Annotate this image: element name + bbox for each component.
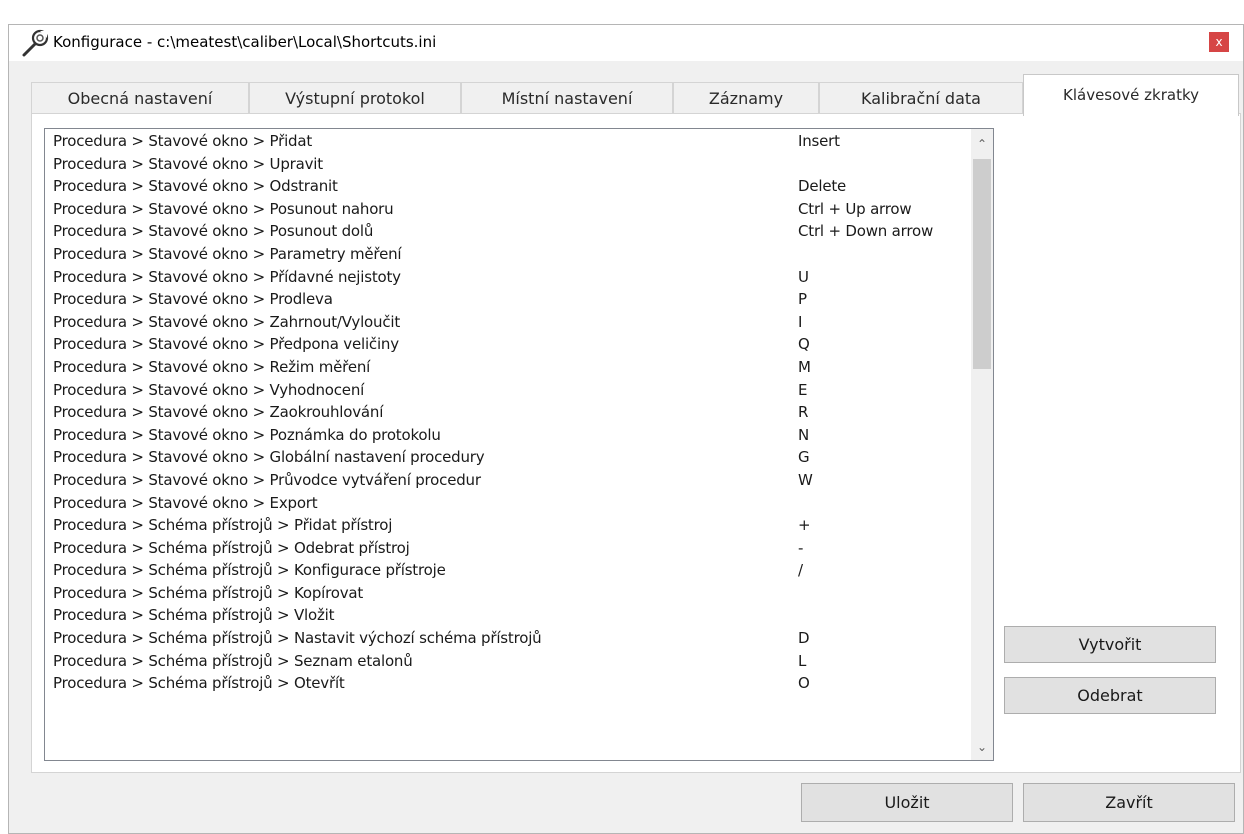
shortcuts-panel: Procedura > Stavové okno > Přidat Insert P…: [31, 113, 1241, 773]
shortcut-key: R: [798, 403, 809, 422]
list-item[interactable]: Procedura > Stavové okno > Posunout naho…: [53, 198, 967, 221]
shortcut-command: Procedura > Schéma přístrojů > Kopírovat: [53, 583, 364, 602]
shortcut-key: /: [798, 561, 803, 580]
shortcut-key: N: [798, 425, 810, 444]
shortcut-key: P: [798, 290, 807, 309]
shortcuts-list[interactable]: Procedura > Stavové okno > Přidat Insert P…: [44, 128, 994, 761]
shortcut-key: E: [798, 380, 808, 399]
list-item[interactable]: Procedura > Schéma přístrojů > Vložit: [53, 604, 967, 627]
tab-output-protocol[interactable]: Výstupní protokol: [249, 82, 461, 115]
list-item[interactable]: Procedura > Schéma přístrojů > Seznam et…: [53, 650, 967, 673]
shortcut-command: Procedura > Schéma přístrojů > Odebrat p…: [53, 538, 410, 557]
list-item[interactable]: Procedura > Stavové okno > Zaokrouhlován…: [53, 401, 967, 424]
shortcut-key: M: [798, 357, 811, 376]
tab-strip: Obecná nastavení Výstupní protokol Místn…: [31, 74, 1241, 116]
shortcut-command: Procedura > Stavové okno > Průvodce vytv…: [53, 470, 481, 489]
shortcut-key: Ctrl + Down arrow: [798, 222, 934, 241]
list-item[interactable]: Procedura > Stavové okno > Průvodce vytv…: [53, 469, 967, 492]
shortcut-command: Procedura > Schéma přístrojů > Seznam et…: [53, 651, 413, 670]
shortcut-command: Procedura > Stavové okno > Poznámka do p…: [53, 425, 441, 444]
close-window-button[interactable]: x: [1209, 32, 1229, 52]
shortcut-key: L: [798, 651, 807, 670]
shortcut-key: G: [798, 448, 810, 467]
list-item[interactable]: Procedura > Schéma přístrojů > Otevřít O: [53, 672, 967, 695]
shortcut-command: Procedura > Stavové okno > Přidat: [53, 132, 313, 150]
shortcut-key: Insert: [798, 132, 840, 150]
tab-local-settings[interactable]: Místní nastavení: [461, 82, 673, 115]
shortcut-command: Procedura > Schéma přístrojů > Konfigura…: [53, 561, 446, 580]
shortcut-command: Procedura > Stavové okno > Odstranit: [53, 177, 338, 196]
title-bar: Konfigurace - c:\meatest\caliber\Local\S…: [9, 25, 1243, 61]
scroll-up-icon[interactable]: ⌃: [971, 133, 993, 155]
list-scrollbar[interactable]: ⌃ ⌄: [971, 129, 993, 760]
list-item[interactable]: Procedura > Schéma přístrojů > Přidat př…: [53, 514, 967, 537]
list-item[interactable]: Procedura > Stavové okno > Předpona veli…: [53, 333, 967, 356]
list-item[interactable]: Procedura > Stavové okno > Parametry měř…: [53, 243, 967, 266]
shortcut-command: Procedura > Stavové okno > Prodleva: [53, 290, 333, 309]
tab-calibration-data[interactable]: Kalibrační data: [819, 82, 1023, 115]
shortcut-command: Procedura > Schéma přístrojů > Přidat př…: [53, 516, 393, 535]
tab-keyboard-shortcuts[interactable]: Klávesové zkratky: [1023, 74, 1239, 116]
list-item[interactable]: Procedura > Stavové okno > Globální nast…: [53, 446, 967, 469]
list-item[interactable]: Procedura > Stavové okno > Vyhodnocení E: [53, 379, 967, 402]
window-title: Konfigurace - c:\meatest\caliber\Local\S…: [53, 33, 437, 51]
list-item[interactable]: Procedura > Stavové okno > Export: [53, 492, 967, 515]
shortcut-key: D: [798, 629, 810, 648]
list-item[interactable]: Procedura > Schéma přístrojů > Kopírovat: [53, 582, 967, 605]
remove-button[interactable]: Odebrat: [1004, 677, 1216, 714]
close-button[interactable]: Zavřít: [1023, 783, 1235, 822]
list-item[interactable]: Procedura > Schéma přístrojů > Nastavit …: [53, 627, 967, 650]
config-dialog: Konfigurace - c:\meatest\caliber\Local\S…: [8, 24, 1244, 834]
shortcut-command: Procedura > Stavové okno > Export: [53, 493, 318, 512]
tab-general[interactable]: Obecná nastavení: [31, 82, 249, 115]
shortcuts-rows: Procedura > Stavové okno > Přidat Insert P…: [53, 130, 967, 695]
list-item[interactable]: Procedura > Stavové okno > Posunout dolů…: [53, 220, 967, 243]
list-item[interactable]: Procedura > Stavové okno > Odstranit Dele…: [53, 175, 967, 198]
list-item[interactable]: Procedura > Stavové okno > Zahrnout/Vylo…: [53, 311, 967, 334]
list-item[interactable]: Procedura > Stavové okno > Prodleva P: [53, 288, 967, 311]
shortcut-command: Procedura > Stavové okno > Globální nast…: [53, 448, 485, 467]
scroll-thumb[interactable]: [973, 159, 991, 369]
list-item[interactable]: Procedura > Schéma přístrojů > Konfigura…: [53, 559, 967, 582]
shortcut-key: Q: [798, 335, 810, 354]
shortcut-key: Ctrl + Up arrow: [798, 199, 912, 218]
list-item[interactable]: Procedura > Stavové okno > Upravit: [53, 153, 967, 176]
create-button[interactable]: Vytvořit: [1004, 626, 1216, 663]
shortcut-key: O: [798, 674, 810, 693]
shortcut-key: U: [798, 267, 809, 286]
shortcut-command: Procedura > Stavové okno > Posunout dolů: [53, 222, 374, 241]
list-item[interactable]: Procedura > Schéma přístrojů > Odebrat p…: [53, 537, 967, 560]
shortcut-command: Procedura > Stavové okno > Upravit: [53, 154, 323, 173]
shortcut-command: Procedura > Stavové okno > Posunout naho…: [53, 199, 394, 218]
shortcut-command: Procedura > Stavové okno > Přídavné neji…: [53, 267, 401, 286]
scroll-down-icon[interactable]: ⌄: [971, 736, 993, 758]
shortcut-command: Procedura > Stavové okno > Parametry měř…: [53, 244, 402, 263]
shortcut-command: Procedura > Stavové okno > Režim měření: [53, 357, 371, 376]
shortcut-key: -: [798, 538, 804, 557]
shortcut-key: W: [798, 470, 813, 489]
list-item[interactable]: Procedura > Stavové okno > Přidat Insert: [53, 130, 967, 153]
shortcut-command: Procedura > Schéma přístrojů > Nastavit …: [53, 629, 542, 648]
wrench-icon: [21, 28, 51, 58]
shortcut-command: Procedura > Stavové okno > Zahrnout/Vylo…: [53, 312, 401, 331]
list-item[interactable]: Procedura > Stavové okno > Přídavné neji…: [53, 266, 967, 289]
shortcut-command: Procedura > Schéma přístrojů > Otevřít: [53, 674, 345, 693]
shortcut-command: Procedura > Stavové okno > Zaokrouhlován…: [53, 403, 384, 422]
shortcut-key: I: [798, 312, 803, 331]
shortcut-command: Procedura > Stavové okno > Vyhodnocení: [53, 380, 365, 399]
shortcut-command: Procedura > Schéma přístrojů > Vložit: [53, 606, 335, 625]
list-item[interactable]: Procedura > Stavové okno > Režim měření M: [53, 356, 967, 379]
tab-records[interactable]: Záznamy: [673, 82, 819, 115]
list-item[interactable]: Procedura > Stavové okno > Poznámka do p…: [53, 424, 967, 447]
save-button[interactable]: Uložit: [801, 783, 1013, 822]
shortcut-key: +: [798, 516, 811, 535]
shortcut-command: Procedura > Stavové okno > Předpona veli…: [53, 335, 399, 354]
close-icon: x: [1215, 35, 1223, 49]
shortcut-key: Delete: [798, 177, 847, 196]
